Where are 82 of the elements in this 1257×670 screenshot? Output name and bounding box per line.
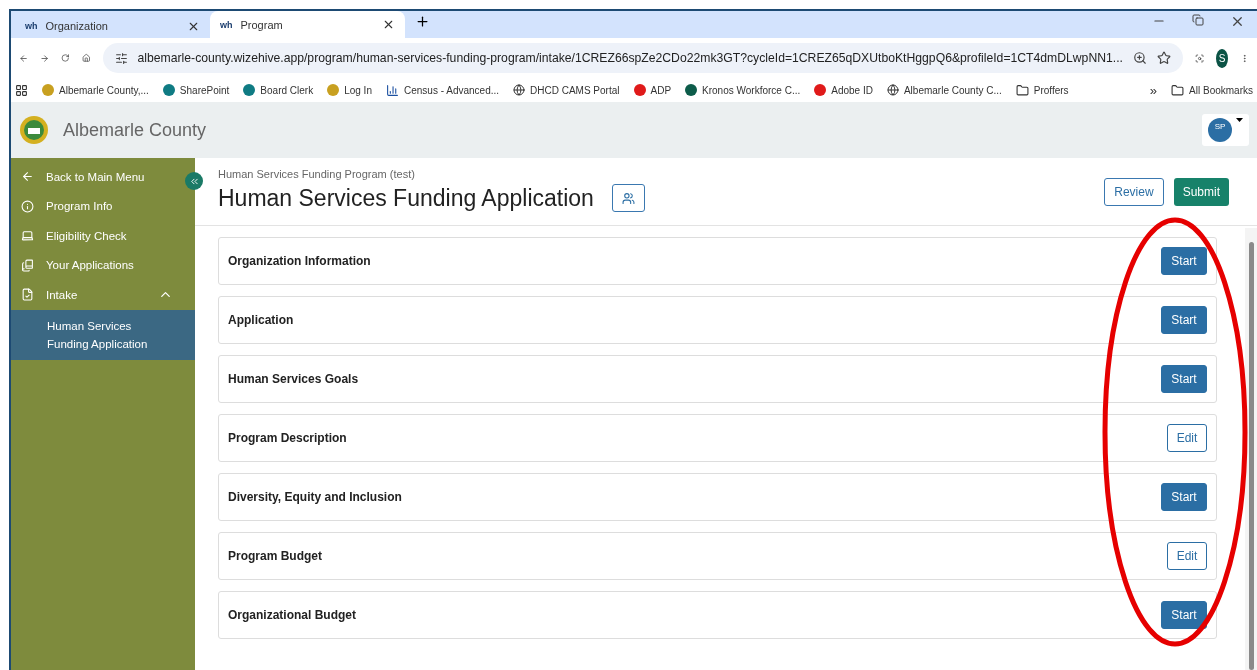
restore-icon[interactable]	[1192, 14, 1204, 26]
bookmark-icon	[243, 84, 256, 96]
reload-icon[interactable]	[61, 51, 70, 65]
bookmark-icon	[327, 84, 340, 96]
profile-avatar[interactable]: S	[1216, 48, 1228, 68]
site-settings-icon[interactable]	[114, 51, 128, 65]
sidebar-item[interactable]: Eligibility Check	[11, 221, 183, 251]
bookmark[interactable]: SharePoint	[162, 84, 230, 96]
document-check-icon	[21, 288, 34, 302]
start-button[interactable]: Start	[1161, 247, 1207, 275]
user-menu[interactable]: SP	[1202, 114, 1249, 146]
start-button[interactable]: Start	[1161, 306, 1207, 334]
bookmark[interactable]: Board Clerk	[243, 84, 314, 96]
users-icon	[621, 191, 635, 205]
all-bookmarks[interactable]: All Bookmarks	[1171, 83, 1253, 97]
close-icon[interactable]	[1230, 14, 1245, 29]
section-title: Organization Information	[228, 254, 371, 268]
scrollbar[interactable]	[1245, 228, 1257, 670]
start-button[interactable]: Start	[1161, 601, 1207, 629]
bookmark[interactable]: Albemarle County C...	[886, 84, 1002, 96]
bookmark[interactable]: Census - Advanced...	[385, 83, 500, 97]
section-title: Diversity, Equity and Inclusion	[228, 490, 402, 504]
star-icon[interactable]	[1156, 51, 1171, 65]
section-title: Human Services Goals	[228, 372, 359, 386]
section-title: Organizational Budget	[228, 608, 356, 622]
more-bookmarks[interactable]: »	[1149, 82, 1158, 98]
home-icon[interactable]	[82, 51, 91, 65]
bookmark-icon	[633, 84, 646, 96]
browser-tab[interactable]: wh Organization	[15, 14, 210, 38]
program-name: Human Services Funding Program (test)	[218, 168, 416, 180]
tab-favicon: wh	[220, 19, 233, 30]
browser-tab[interactable]: wh Program	[210, 11, 405, 38]
sidebar-item[interactable]: Program Info	[11, 191, 183, 221]
url-text: albemarle-county.wizehive.app/program/human-services-funding-program/intake/1CREZ66spZe2CDo22mk3GT?cycleId=1CREZ65qDXUtboKtHggpQ6&profileId=1CT4dmDLwpNN1...	[137, 51, 1123, 65]
arrow-left-icon	[21, 170, 34, 184]
folder-icon	[1015, 83, 1029, 97]
tab-title: Organization	[45, 20, 109, 32]
laptop-icon	[21, 229, 34, 243]
app-title: Albemarle County	[63, 119, 207, 141]
close-icon[interactable]	[382, 18, 395, 31]
bookmark[interactable]: Proffers	[1015, 83, 1069, 97]
address-bar[interactable]: albemarle-county.wizehive.app/program/human-services-funding-program/intake/1CREZ66spZe2CDo22mk3GT?cycleId=1CREZ65qDXUtboKtHggpQ6&profileId=1CT4dmDLwpNN1...	[102, 43, 1183, 73]
zoom-icon[interactable]	[1132, 51, 1147, 65]
submit-button[interactable]: Submit	[1173, 178, 1229, 206]
sidebar-subitem[interactable]: Human Services Funding Application	[11, 309, 195, 360]
county-seal-icon	[19, 115, 49, 145]
bookmark[interactable]: ADP	[633, 84, 672, 96]
section-title: Application	[228, 313, 294, 327]
bookmark[interactable]: Log In	[327, 84, 372, 96]
bookmark-icon	[814, 84, 827, 96]
collapse-icon[interactable]	[185, 172, 203, 190]
globe-icon	[886, 84, 899, 96]
folder-icon	[1171, 83, 1185, 97]
bookmark-icon	[42, 84, 54, 96]
sidebar-item[interactable]: Intake	[11, 280, 183, 310]
sidebar-item[interactable]: Back to Main Menu	[11, 162, 183, 192]
tab-title: Program	[240, 18, 284, 31]
bookmark[interactable]: Kronos Workforce C...	[685, 84, 801, 96]
edit-button[interactable]: Edit	[1167, 542, 1207, 570]
bar-chart-icon	[385, 83, 399, 97]
bookmark[interactable]: Adobe ID	[814, 84, 873, 96]
bookmark-icon	[685, 84, 698, 96]
bookmark[interactable]: Albemarle County,...	[42, 84, 149, 96]
edit-button[interactable]: Edit	[1167, 424, 1207, 452]
section-title: Program Description	[228, 431, 347, 445]
apps-icon[interactable]	[15, 83, 28, 97]
page-title: Human Services Funding Application	[218, 184, 594, 212]
section-title: Program Budget	[228, 549, 322, 563]
new-tab-icon[interactable]	[415, 14, 430, 29]
start-button[interactable]: Start	[1161, 365, 1207, 393]
start-button[interactable]: Start	[1161, 483, 1207, 511]
review-button[interactable]: Review	[1104, 178, 1164, 206]
user-avatar: SP	[1208, 118, 1232, 142]
globe-icon	[513, 84, 526, 96]
sidebar-item[interactable]: Your Applications	[11, 250, 183, 280]
team-button[interactable]	[611, 184, 645, 212]
tab-favicon: wh	[25, 21, 38, 31]
bookmark-icon	[162, 84, 175, 96]
info-icon	[21, 199, 34, 213]
bookmark[interactable]: DHCD CAMS Portal	[513, 84, 620, 96]
documents-icon	[21, 258, 34, 272]
caret-icon	[1236, 118, 1243, 123]
